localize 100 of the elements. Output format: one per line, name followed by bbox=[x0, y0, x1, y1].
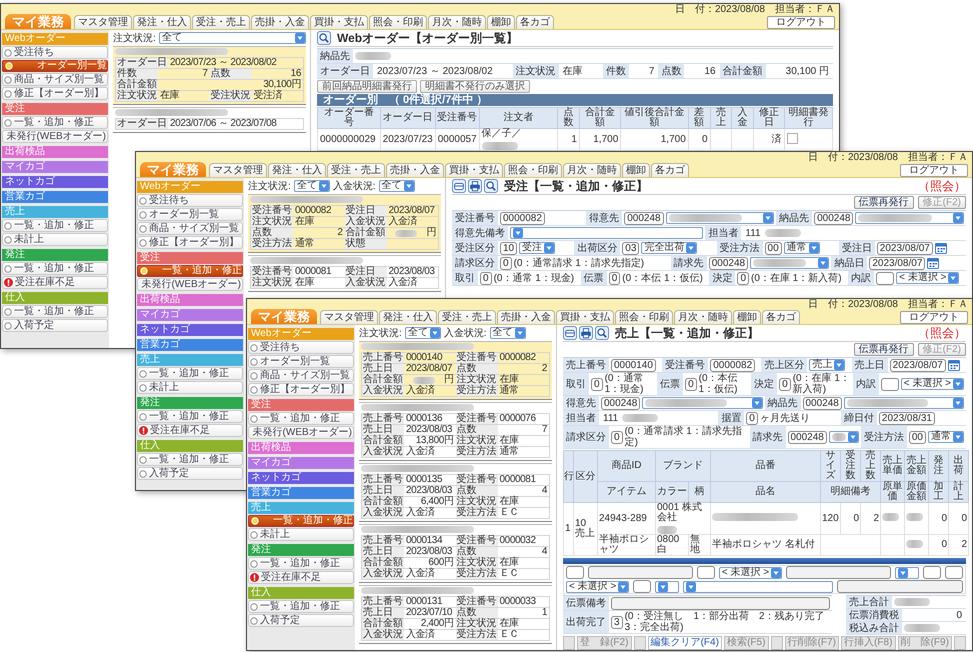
menu-tab[interactable]: 月次・随時 bbox=[674, 310, 732, 324]
input-field[interactable] bbox=[611, 596, 830, 610]
nav-item[interactable]: 受注在庫不足 bbox=[248, 571, 354, 584]
input-field[interactable]: 00 bbox=[764, 242, 782, 254]
menu-tab[interactable]: 買掛・支払 bbox=[445, 163, 503, 177]
document-icon[interactable] bbox=[563, 326, 577, 340]
menu-tab[interactable]: マスタ管理 bbox=[320, 310, 378, 324]
function-key[interactable]: 編集クリア(F4) bbox=[648, 636, 722, 650]
dropdown[interactable] bbox=[655, 580, 680, 592]
menu-tab[interactable]: 各カゴ bbox=[651, 163, 689, 177]
list-card[interactable]: オーダー日 2023/07/06 ～ 2023/07/08 bbox=[113, 107, 306, 133]
logout-button[interactable]: ログアウト bbox=[900, 310, 968, 324]
nav-item[interactable]: 未発行(WEBオーダー) bbox=[137, 278, 243, 291]
dropdown[interactable]: 通常 bbox=[928, 431, 964, 443]
nav-item[interactable]: オーダー別一覧 bbox=[2, 60, 108, 72]
dropdown[interactable]: 全て bbox=[294, 180, 330, 192]
dropdown[interactable] bbox=[666, 212, 774, 224]
input-field[interactable]: 0 bbox=[608, 272, 620, 284]
checkbox[interactable] bbox=[786, 132, 798, 144]
search-icon[interactable] bbox=[595, 326, 609, 340]
logout-button[interactable]: ログアウト bbox=[767, 16, 835, 28]
nav-item[interactable]: 商品・サイズ別一覧 bbox=[137, 222, 243, 235]
menu-tab[interactable]: 受注・売上 bbox=[438, 310, 496, 324]
dropdown[interactable]: 売上 bbox=[809, 359, 846, 371]
dropdown[interactable]: 通常 bbox=[784, 242, 820, 254]
calendar-icon[interactable] bbox=[948, 359, 960, 371]
list-card[interactable]: オーダー日 2023/07/23 ～ 2023/08/02 件数 7 点数 16 合計金額 30,100円 注文状況 在庫 受注状況 受注済 bbox=[113, 46, 306, 105]
nav-item[interactable]: 未計上 bbox=[2, 233, 108, 246]
input-field[interactable]: 0 bbox=[685, 378, 697, 390]
nav-item[interactable]: 一覧・追加・修正 bbox=[248, 557, 354, 570]
dropdown[interactable] bbox=[750, 257, 830, 269]
nav-item[interactable]: 受注待ち bbox=[137, 194, 243, 207]
list-card[interactable]: 売上番号 0000136 受注番号 0000076 売上日 2023/08/03 点数 7 合計金額 13,800円 注文状況 在庫 入金状況 入金済 受注方法 通常 bbox=[359, 402, 552, 461]
menu-tab[interactable]: 発注・仕入 bbox=[379, 310, 437, 324]
dropdown[interactable]: < 未選択 > bbox=[896, 272, 960, 284]
nav-item[interactable]: 修正【オーダー別】 bbox=[2, 87, 108, 100]
nav-item[interactable]: 受注待ち bbox=[248, 341, 354, 354]
function-key[interactable] bbox=[770, 636, 782, 650]
nav-item[interactable]: 一覧・追加・修正 bbox=[248, 412, 354, 425]
input-field[interactable]: 0 bbox=[611, 430, 623, 444]
dropdown[interactable]: 全て bbox=[490, 326, 526, 338]
menu-tab[interactable]: 受注・売上 bbox=[327, 163, 385, 177]
input-field[interactable] bbox=[786, 566, 891, 579]
nav-item[interactable]: 一覧・追加・修正 bbox=[248, 600, 354, 613]
date-field[interactable]: 2023/08/07 bbox=[876, 242, 933, 254]
nav-item[interactable]: オーダー別一覧 bbox=[137, 208, 243, 221]
nav-item[interactable]: 一覧・追加・修正 bbox=[2, 219, 108, 232]
nav-item[interactable]: 商品・サイズ別一覧 bbox=[248, 369, 354, 382]
list-card[interactable]: 売上番号 0000140 受注番号 0000082 売上日 2023/08/07 点数 2 合計金額 円 注文状況 在庫 入金状況 入金済 受注方法 通常 bbox=[359, 341, 552, 400]
nav-item[interactable]: 一覧・追加・修正 bbox=[2, 262, 108, 275]
input-field[interactable]: 0 bbox=[737, 272, 749, 284]
menu-tab[interactable]: 月次・随時 bbox=[428, 15, 486, 29]
nav-item[interactable]: 受注在庫不足 bbox=[2, 276, 108, 289]
menu-tab[interactable]: 各カゴ bbox=[762, 310, 800, 324]
date-field[interactable]: 2023/08/07 bbox=[869, 256, 926, 270]
list-card[interactable]: 売上番号 0000131 受注番号 0000033 売上日 2023/07/10 点数 1 合計金額 2,400円 注文状況 在庫 入金状況 入金済 受注方法 ＥＣ bbox=[359, 585, 552, 644]
menu-tab[interactable]: 各カゴ bbox=[516, 15, 554, 29]
dropdown[interactable]: 受注 bbox=[519, 242, 556, 254]
menu-tab[interactable]: マスタ管理 bbox=[209, 163, 267, 177]
input-field[interactable]: 000248 bbox=[802, 396, 842, 410]
nav-item[interactable]: 一覧・追加・修正 bbox=[248, 515, 354, 527]
search-icon[interactable] bbox=[317, 31, 331, 45]
dropdown[interactable]: < 未選択 > bbox=[566, 580, 630, 592]
action-button[interactable]: 伝票再発行 bbox=[854, 343, 914, 356]
nav-item[interactable]: 受注在庫不足 bbox=[137, 424, 243, 437]
logout-button[interactable]: ログアウト bbox=[900, 164, 968, 176]
menu-tab[interactable]: マスタ管理 bbox=[74, 15, 132, 29]
dropdown[interactable]: 完全出荷 bbox=[641, 242, 698, 254]
menu-tab[interactable]: 買掛・支払 bbox=[310, 15, 368, 29]
menu-tab[interactable]: 棚卸 bbox=[622, 163, 650, 177]
nav-item[interactable]: 修正【オーダー別】 bbox=[137, 236, 243, 249]
input-field[interactable] bbox=[696, 566, 715, 579]
nav-item[interactable]: 一覧・追加・修正 bbox=[137, 367, 243, 380]
nav-item[interactable]: 未計上 bbox=[248, 528, 354, 541]
input-field[interactable]: 000248 bbox=[624, 212, 664, 224]
printer-icon[interactable] bbox=[468, 179, 482, 193]
menu-tab[interactable]: 売掛・入金 bbox=[251, 15, 309, 29]
input-field[interactable]: 00 bbox=[908, 430, 926, 444]
action-button[interactable]: 伝票再発行 bbox=[854, 196, 914, 209]
list-card[interactable]: 受注番号 0000082 受注日 2023/08/07 注文状況 在庫 入金状況 入金済 点数 2 合計金額 円 受注方法 通常 状態 bbox=[248, 194, 441, 253]
nav-item[interactable]: 修正【オーダー別】 bbox=[248, 383, 354, 396]
menu-tab[interactable]: 棚卸 bbox=[487, 15, 515, 29]
menu-tab[interactable]: 照会・印刷 bbox=[369, 15, 427, 29]
input-field[interactable]: 0000140 bbox=[611, 358, 656, 372]
calendar-icon[interactable] bbox=[927, 257, 940, 269]
menu-tab[interactable]: 照会・印刷 bbox=[615, 310, 673, 324]
input-field[interactable]: 2023/08/31 bbox=[878, 412, 935, 424]
input-field[interactable]: 0 bbox=[746, 412, 758, 424]
nav-item[interactable]: 一覧・追加・修正 bbox=[137, 265, 243, 277]
dropdown[interactable] bbox=[683, 580, 834, 592]
menu-tab[interactable]: 受注・売上 bbox=[192, 15, 250, 29]
search-icon[interactable] bbox=[484, 179, 498, 193]
action-button[interactable]: 前回納品明細書発行 bbox=[317, 80, 417, 93]
input-field[interactable]: 000248 bbox=[788, 430, 827, 444]
input-field[interactable]: 0 bbox=[480, 272, 492, 284]
nav-item[interactable]: 商品・サイズ別一覧 bbox=[2, 73, 108, 86]
calendar-icon[interactable] bbox=[934, 242, 947, 254]
input-field[interactable]: 000248 bbox=[708, 256, 748, 270]
input-field[interactable] bbox=[588, 566, 693, 579]
input-field[interactable]: 000248 bbox=[601, 396, 640, 410]
